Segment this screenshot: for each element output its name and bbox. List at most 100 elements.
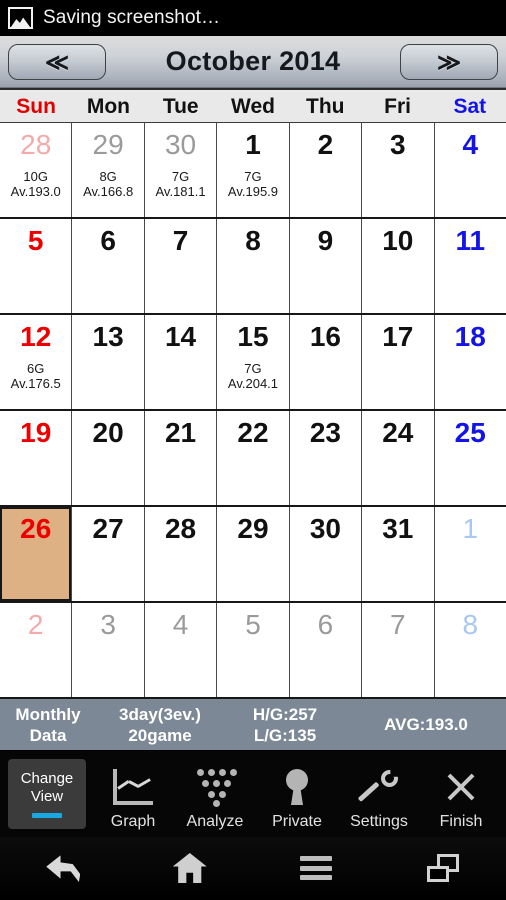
- calendar-day-cell[interactable]: 15 7G Av.204.1: [217, 315, 290, 409]
- calendar-day-cell[interactable]: 11: [434, 219, 506, 313]
- weekday-header-wed: Wed: [231, 95, 275, 118]
- calendar-day-cell[interactable]: 30 7G Av.181.1: [144, 123, 218, 217]
- calendar-day-cell[interactable]: 1 7G Av.195.9: [217, 123, 290, 217]
- day-number: 31: [382, 513, 414, 544]
- calendar-week-row: 12 6G Av.176.5 13 14 15 7G Av.204.1 16 17 18: [0, 315, 506, 411]
- calendar-day-cell[interactable]: 16: [289, 315, 363, 409]
- day-number: 24: [382, 417, 414, 448]
- calendar-day-cell[interactable]: 5: [217, 603, 290, 697]
- calendar-day-cell[interactable]: 29: [217, 507, 290, 601]
- toolbar-item-analyze[interactable]: Analyze: [174, 757, 256, 831]
- app-root: Saving screenshot… ≪ October 2014 ≫ Sun M…: [0, 0, 506, 900]
- day-number: 11: [455, 225, 486, 256]
- calendar-day-cell[interactable]: 2: [0, 603, 73, 697]
- day-number: 8: [245, 225, 261, 256]
- toolbar-label-settings: Settings: [350, 813, 408, 830]
- previous-month-button[interactable]: ≪: [8, 44, 106, 80]
- toolbar-item-finish[interactable]: Finish: [420, 757, 502, 831]
- calendar-day-cell[interactable]: 8: [217, 219, 290, 313]
- calendar-day-cell[interactable]: 20: [72, 411, 145, 505]
- calendar-day-cell[interactable]: 9: [289, 219, 363, 313]
- nav-menu-button[interactable]: [253, 837, 380, 899]
- calendar-day-cell[interactable]: 18: [434, 315, 506, 409]
- monthly-data-label-line2: Data: [29, 725, 67, 745]
- day-number: 23: [309, 417, 341, 448]
- back-icon: [46, 854, 81, 882]
- weekday-header-sun: Sun: [16, 95, 56, 118]
- nav-recent-apps-button[interactable]: [380, 837, 506, 899]
- calendar-day-cell[interactable]: 19: [0, 411, 73, 505]
- day-number: 1: [462, 513, 479, 544]
- monthly-low-game: L/G:135: [253, 725, 317, 745]
- day-number: 1: [245, 129, 261, 160]
- calendar-day-cell[interactable]: 25: [434, 411, 506, 505]
- calendar-day-cell[interactable]: 6: [72, 219, 145, 313]
- day-number: 12: [20, 321, 52, 352]
- calendar-day-cell[interactable]: 21: [144, 411, 218, 505]
- toolbar-item-settings[interactable]: Settings: [338, 757, 420, 831]
- calendar-day-cell[interactable]: 7: [362, 603, 435, 697]
- day-number: 14: [164, 321, 197, 352]
- monthly-high-low: H/G:257 L/G:135: [224, 704, 346, 746]
- calendar-day-cell[interactable]: 31: [362, 507, 435, 601]
- calendar-day-cell[interactable]: 8: [434, 603, 506, 697]
- day-number: 28: [20, 129, 52, 160]
- calendar-week-row: 26 27 28 29 30 31 1: [0, 507, 506, 603]
- calendar-week-row: 2 3 4 5 6 7 8: [0, 603, 506, 699]
- day-number: 3: [390, 129, 406, 160]
- day-stats: 10G Av.193.0: [0, 169, 71, 199]
- calendar-day-cell[interactable]: 26: [0, 507, 73, 601]
- calendar-day-cell[interactable]: 12 6G Av.176.5: [0, 315, 73, 409]
- bowling-pins-icon: [193, 765, 237, 809]
- weekday-header-row: Sun Mon Tue Wed Thu Fri Sat: [0, 88, 506, 123]
- calendar-day-cell[interactable]: 28: [144, 507, 218, 601]
- app-toolbar: Change View Graph Analyze Private Settin…: [0, 751, 506, 837]
- change-view-label-line2: View: [30, 788, 64, 805]
- graph-icon: [113, 765, 153, 809]
- weekday-header-fri: Fri: [384, 95, 411, 118]
- monthly-days: 3day(3ev.): [119, 704, 201, 724]
- calendar-day-cell[interactable]: 4: [434, 123, 506, 217]
- calendar-day-cell[interactable]: 28 10G Av.193.0: [0, 123, 73, 217]
- day-number: 18: [454, 321, 486, 352]
- nav-back-button[interactable]: [0, 837, 127, 899]
- page-title: October 2014: [165, 46, 341, 76]
- day-number: 29: [237, 513, 269, 544]
- calendar-day-cell[interactable]: 23: [289, 411, 363, 505]
- calendar-day-cell[interactable]: 3: [72, 603, 145, 697]
- calendar-day-cell[interactable]: 13: [72, 315, 145, 409]
- nav-home-button[interactable]: [127, 837, 254, 899]
- calendar-day-cell[interactable]: 4: [144, 603, 218, 697]
- day-game-count: 7G: [244, 169, 262, 184]
- calendar-week-row: 5 6 7 8 9 10 11: [0, 219, 506, 315]
- day-average: Av.176.5: [10, 376, 61, 391]
- calendar-day-cell[interactable]: 22: [217, 411, 290, 505]
- toolbar-item-graph[interactable]: Graph: [92, 757, 174, 831]
- calendar-day-cell[interactable]: 29 8G Av.166.8: [72, 123, 145, 217]
- calendar-day-cell[interactable]: 2: [289, 123, 363, 217]
- calendar-week-row: 19 20 21 22 23 24 25: [0, 411, 506, 507]
- monthly-games: 20game: [128, 725, 192, 745]
- menu-icon: [300, 856, 333, 880]
- change-view-active-indicator: [32, 813, 62, 818]
- calendar-day-cell[interactable]: 24: [362, 411, 435, 505]
- calendar-day-cell[interactable]: 6: [289, 603, 363, 697]
- change-view-button[interactable]: Change View: [8, 759, 86, 829]
- calendar-grid: 28 10G Av.193.0 29 8G Av.166.8 30 7G Av.181.1 1 7G…: [0, 123, 506, 699]
- calendar-day-cell[interactable]: 17: [362, 315, 435, 409]
- calendar-day-cell[interactable]: 1: [434, 507, 506, 601]
- calendar-day-cell[interactable]: 10: [362, 219, 435, 313]
- calendar-day-cell[interactable]: 7: [144, 219, 218, 313]
- calendar-day-cell[interactable]: 14: [144, 315, 218, 409]
- weekday-header-sat: Sat: [453, 95, 487, 118]
- calendar-day-cell[interactable]: 5: [0, 219, 73, 313]
- toolbar-item-private[interactable]: Private: [256, 757, 338, 831]
- day-game-count: 6G: [27, 361, 45, 376]
- next-month-button[interactable]: ≫: [400, 44, 498, 80]
- status-bar-text: Saving screenshot…: [43, 7, 221, 28]
- toolbar-label-finish: Finish: [439, 813, 483, 830]
- system-nav-bar: [0, 837, 506, 899]
- calendar-day-cell[interactable]: 30: [289, 507, 363, 601]
- calendar-day-cell[interactable]: 27: [72, 507, 145, 601]
- calendar-day-cell[interactable]: 3: [362, 123, 435, 217]
